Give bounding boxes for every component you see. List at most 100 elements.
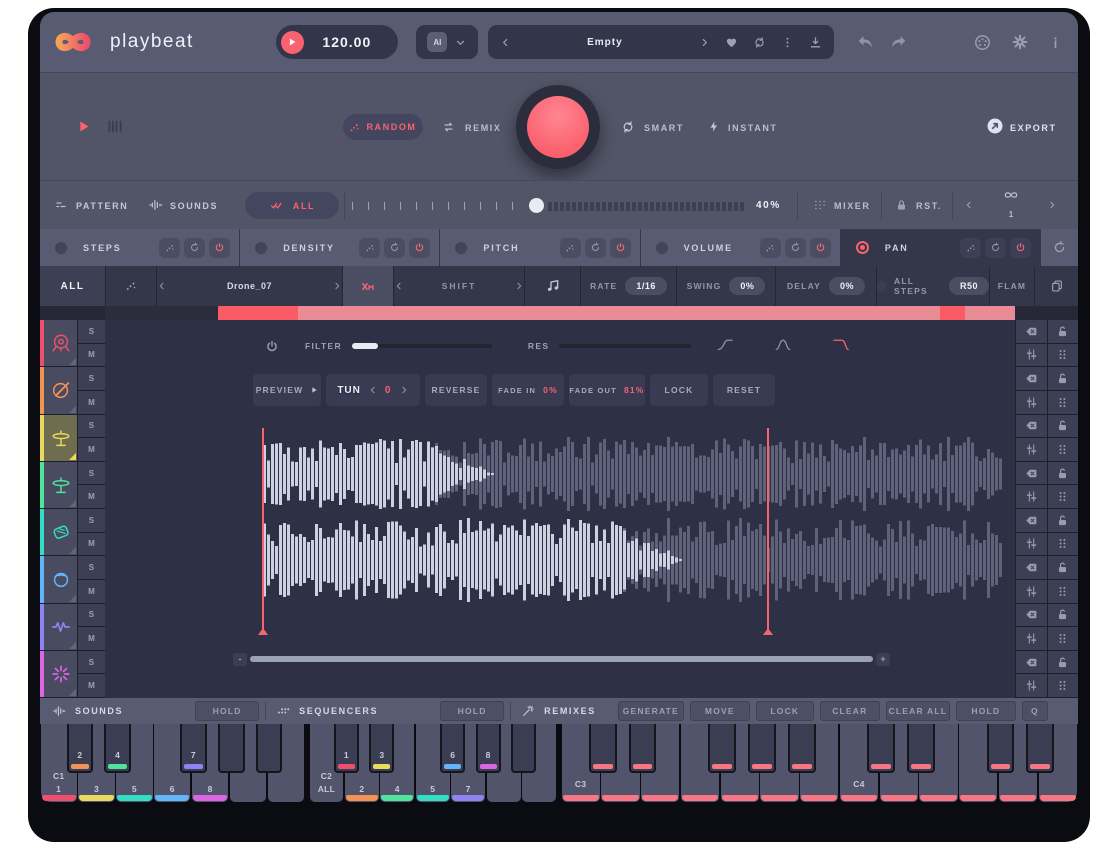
row-drag-handle[interactable] — [1047, 674, 1079, 698]
mute-button[interactable]: M — [78, 344, 105, 367]
mute-button[interactable]: M — [78, 627, 105, 650]
row-settings-button[interactable] — [1015, 674, 1047, 698]
row-settings-button[interactable] — [1015, 344, 1047, 368]
tab-loop-button[interactable] — [384, 238, 405, 258]
tab-power-button[interactable] — [409, 238, 430, 258]
sample-next-icon[interactable] — [332, 281, 342, 291]
zoom-out-button[interactable]: - — [233, 653, 247, 666]
instrument-pad-hihat-closed[interactable] — [44, 415, 77, 461]
pad-corner-handle[interactable] — [69, 500, 76, 507]
tab-loop-button[interactable] — [985, 238, 1006, 258]
black-key[interactable] — [867, 724, 895, 773]
tab-power-button[interactable] — [209, 238, 230, 258]
sample-prev-icon[interactable] — [157, 281, 167, 291]
favorite-icon[interactable] — [725, 36, 738, 49]
solo-button[interactable]: S — [78, 556, 105, 580]
clear-sample-button[interactable] — [1015, 651, 1047, 675]
black-key[interactable] — [708, 724, 736, 773]
instrument-pad-snare-drum[interactable] — [44, 367, 77, 413]
tab-power-button[interactable] — [810, 238, 831, 258]
randomize-all-button[interactable]: ALL — [245, 192, 339, 219]
ai-mode-button[interactable]: AI — [416, 25, 478, 59]
remix-move-button[interactable]: MOVE — [690, 701, 750, 721]
sounds-hold-button[interactable]: HOLD — [195, 701, 259, 721]
tab-power-button[interactable] — [1010, 238, 1031, 258]
sample-name[interactable]: Drone_07 — [175, 281, 324, 291]
keyboard-toggle-icon[interactable] — [106, 118, 124, 135]
row-drag-handle[interactable] — [1047, 344, 1079, 368]
random-preset-icon[interactable] — [753, 36, 766, 49]
sounds-label[interactable]: SOUNDS — [170, 201, 218, 211]
lock-row-button[interactable] — [1047, 604, 1079, 628]
row-drag-handle[interactable] — [1047, 391, 1079, 415]
lock-row-button[interactable] — [1047, 651, 1079, 675]
lock-row-button[interactable] — [1047, 320, 1079, 344]
clear-sample-button[interactable] — [1015, 509, 1047, 533]
tab-pitch[interactable]: PITCH — [440, 229, 640, 266]
transport-play-icon[interactable] — [76, 119, 91, 134]
copy-cell[interactable] — [1035, 266, 1078, 306]
tab-radio[interactable] — [656, 242, 668, 254]
tab-radio[interactable] — [455, 242, 467, 254]
redo-icon[interactable] — [889, 33, 908, 52]
big-trigger-button[interactable] — [516, 85, 600, 169]
pad-corner-handle[interactable] — [69, 453, 76, 460]
solo-button[interactable]: S — [78, 509, 105, 533]
shift-right-icon[interactable] — [514, 281, 524, 291]
solo-button[interactable]: S — [78, 367, 105, 391]
clear-sample-button[interactable] — [1015, 462, 1047, 486]
fade-out-control[interactable]: FADE OUT 81% — [569, 374, 645, 406]
preset-menu-icon[interactable] — [781, 36, 794, 49]
filter-power-icon[interactable] — [265, 339, 279, 354]
pad-corner-handle[interactable] — [69, 595, 76, 602]
solo-button[interactable]: S — [78, 462, 105, 486]
remix-hold-button[interactable]: HOLD — [956, 701, 1016, 721]
black-key[interactable]: 6 — [440, 724, 465, 773]
solo-button[interactable]: S — [78, 415, 105, 439]
tab-radio[interactable] — [255, 242, 267, 254]
black-key[interactable] — [788, 724, 816, 773]
black-key[interactable] — [1026, 724, 1054, 773]
remix-clear-button[interactable]: CLEAR — [820, 701, 880, 721]
pad-corner-handle[interactable] — [69, 547, 76, 554]
note-value-cell[interactable] — [525, 266, 581, 306]
tab-randomize-button[interactable] — [960, 238, 981, 258]
mixer-grid-icon[interactable] — [813, 198, 827, 212]
lock-sample-button[interactable]: LOCK — [650, 374, 708, 406]
row-settings-button[interactable] — [1015, 533, 1047, 557]
black-key[interactable] — [629, 724, 657, 773]
row-drag-handle[interactable] — [1047, 438, 1079, 462]
loop-prev-icon[interactable] — [964, 200, 974, 210]
clear-sample-button[interactable] — [1015, 320, 1047, 344]
clear-sample-button[interactable] — [1015, 604, 1047, 628]
mute-button[interactable]: M — [78, 438, 105, 461]
global-sync-button[interactable] — [1041, 229, 1078, 266]
tab-loop-button[interactable] — [785, 238, 806, 258]
preset-name[interactable]: Empty — [511, 37, 699, 48]
pan-lane-bar[interactable] — [105, 306, 1015, 320]
sounds-icon[interactable] — [148, 197, 163, 213]
pattern-icon[interactable] — [54, 199, 68, 211]
tab-randomize-button[interactable] — [159, 238, 180, 258]
tab-density[interactable]: DENSITY — [240, 229, 440, 266]
scrollbar-thumb[interactable] — [250, 656, 873, 662]
preview-button[interactable]: PREVIEW — [253, 374, 321, 406]
lock-row-button[interactable] — [1047, 509, 1079, 533]
black-key[interactable] — [256, 724, 283, 773]
instrument-pad-tom-drum[interactable] — [44, 556, 77, 602]
tab-power-button[interactable] — [610, 238, 631, 258]
filter-slider[interactable] — [352, 344, 492, 348]
row-settings-button[interactable] — [1015, 485, 1047, 509]
preset-next-icon[interactable] — [699, 37, 710, 48]
flam-cell[interactable]: FLAM — [990, 266, 1035, 306]
black-key[interactable]: 4 — [104, 724, 131, 773]
black-key[interactable]: 1 — [334, 724, 359, 773]
instrument-pad-hihat-open[interactable] — [44, 462, 77, 508]
tab-radio[interactable] — [55, 242, 67, 254]
pad-corner-handle[interactable] — [69, 358, 76, 365]
pad-corner-handle[interactable] — [69, 642, 76, 649]
undo-icon[interactable] — [856, 33, 875, 52]
clear-sample-button[interactable] — [1015, 367, 1047, 391]
black-key[interactable] — [907, 724, 935, 773]
loop-next-icon[interactable] — [1047, 200, 1057, 210]
